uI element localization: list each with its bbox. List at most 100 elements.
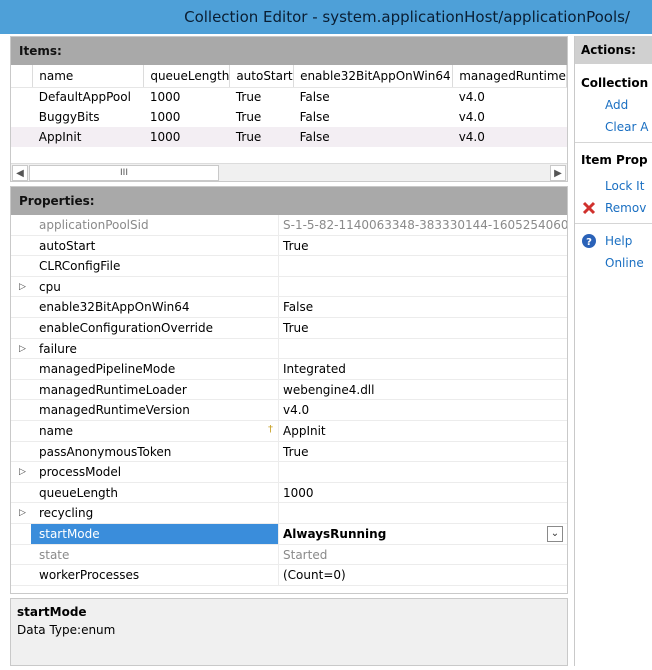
cell-managedRuntime: v4.0 xyxy=(458,110,485,124)
property-value[interactable]: (Count=0) xyxy=(279,565,567,585)
property-name[interactable]: queueLength xyxy=(31,482,279,503)
table-row[interactable]: BuggyBits 1000 True False v4.0 xyxy=(11,107,567,127)
divider xyxy=(575,142,652,143)
property-row-queueLength[interactable]: queueLength 1000 xyxy=(11,482,567,504)
remove-action[interactable]: Remov xyxy=(575,197,652,219)
property-value[interactable] xyxy=(279,277,567,297)
property-name[interactable]: cpu xyxy=(31,276,279,297)
property-name[interactable]: state xyxy=(31,544,279,565)
column-header-managedRuntime[interactable]: managedRuntime xyxy=(452,65,567,88)
property-value: S-1-5-82-1140063348-383330144-1605254060… xyxy=(283,218,567,232)
property-value[interactable] xyxy=(279,462,567,482)
property-name[interactable]: processModel xyxy=(31,462,279,482)
property-value[interactable] xyxy=(279,503,567,523)
property-row-failure[interactable]: ▷ failure xyxy=(11,338,567,360)
divider xyxy=(575,223,652,224)
property-row-name[interactable]: name † AppInit xyxy=(11,420,567,442)
expand-triangle-icon[interactable]: ▷ xyxy=(19,277,31,297)
property-name[interactable]: applicationPoolSid xyxy=(31,215,279,235)
table-row[interactable]: DefaultAppPool 1000 True False v4.0 xyxy=(11,87,567,107)
cell-autoStart: True xyxy=(229,127,294,147)
properties-header: Properties: xyxy=(11,187,567,215)
property-row-startMode[interactable]: startMode AlwaysRunning ⌄ xyxy=(11,523,567,545)
horizontal-scrollbar[interactable]: ◀ III ▶ xyxy=(11,163,567,181)
property-name[interactable]: CLRConfigFile xyxy=(31,256,279,276)
property-value[interactable]: 1000 xyxy=(279,483,567,503)
add-action[interactable]: Add xyxy=(575,94,652,116)
property-row-applicationPoolSid[interactable]: applicationPoolSid S-1-5-82-1140063348-38… xyxy=(11,215,567,236)
cell-name: DefaultAppPool xyxy=(38,90,131,105)
property-name[interactable]: autoStart xyxy=(31,235,279,256)
cell-managedRuntime: v4.0 xyxy=(452,127,567,147)
property-row-workerProcesses[interactable]: workerProcesses (Count=0) xyxy=(11,565,567,586)
description-panel: startMode Data Type:enum xyxy=(10,598,568,666)
column-header-autoStart[interactable]: autoStart xyxy=(229,65,295,88)
expand-triangle-icon[interactable]: ▷ xyxy=(19,339,31,359)
property-value[interactable]: True xyxy=(279,442,567,462)
clear-label[interactable]: Clear A xyxy=(605,120,648,134)
property-name[interactable]: name xyxy=(31,420,279,441)
property-row-enableConfigurationOverride[interactable]: enableConfigurationOverride True xyxy=(11,317,567,339)
property-name[interactable]: managedRuntimeLoader xyxy=(31,379,279,400)
cell-queueLength: 1000 xyxy=(143,127,230,147)
property-row-state[interactable]: state Started xyxy=(11,544,567,566)
main-pane: Items: name queueLength autoStart enable… xyxy=(10,36,568,666)
property-name[interactable]: recycling xyxy=(31,503,279,523)
lock-label[interactable]: Lock It xyxy=(605,179,644,193)
items-panel: Items: name queueLength autoStart enable… xyxy=(10,36,568,182)
property-row-processModel[interactable]: ▷ processModel xyxy=(11,462,567,483)
description-type: Data Type:enum xyxy=(17,623,116,637)
items-header: Items: xyxy=(11,37,567,65)
property-value[interactable]: v4.0 xyxy=(279,400,567,420)
property-value[interactable] xyxy=(279,339,567,359)
clear-all-action[interactable]: Clear A xyxy=(575,116,652,138)
property-row-enable32BitAppOnWin64[interactable]: enable32BitAppOnWin64 False xyxy=(11,297,567,318)
chevron-down-icon[interactable]: ⌄ xyxy=(547,525,563,542)
property-row-cpu[interactable]: ▷ cpu xyxy=(11,276,567,298)
property-name[interactable]: enable32BitAppOnWin64 xyxy=(31,297,279,317)
expand-triangle-icon[interactable]: ▷ xyxy=(19,503,31,523)
scroll-left-icon[interactable]: ◀ xyxy=(12,165,28,181)
online-label[interactable]: Online xyxy=(605,256,644,270)
properties-panel: Properties: applicationPoolSid S-1-5-82-1… xyxy=(10,186,568,594)
property-name[interactable]: workerProcesses xyxy=(31,565,279,585)
window-title: Collection Editor - system.applicationHo… xyxy=(184,8,630,26)
property-value[interactable]: AppInit xyxy=(279,421,567,441)
remove-label[interactable]: Remov xyxy=(605,201,646,215)
property-name[interactable]: startMode xyxy=(31,523,279,544)
property-row-managedPipelineMode[interactable]: managedPipelineMode Integrated xyxy=(11,359,567,380)
actions-header: Actions: xyxy=(575,36,652,64)
property-row-managedRuntimeVersion[interactable]: managedRuntimeVersion v4.0 xyxy=(11,400,567,421)
property-name[interactable]: managedRuntimeVersion xyxy=(31,400,279,420)
property-name[interactable]: enableConfigurationOverride xyxy=(31,317,279,338)
help-action[interactable]: ? Help xyxy=(575,230,652,252)
property-row-passAnonymousToken[interactable]: passAnonymousToken True xyxy=(11,441,567,463)
scroll-thumb[interactable]: III xyxy=(29,165,219,181)
help-label[interactable]: Help xyxy=(605,234,632,248)
online-help-action[interactable]: Online xyxy=(575,252,652,274)
property-name[interactable]: passAnonymousToken xyxy=(31,441,279,462)
column-header-name[interactable]: name xyxy=(32,65,145,88)
property-value[interactable]: webengine4.dll xyxy=(279,380,567,400)
lock-item-action[interactable]: Lock It xyxy=(575,175,652,197)
scroll-right-icon[interactable]: ▶ xyxy=(550,165,566,181)
add-label[interactable]: Add xyxy=(605,98,628,112)
cell-queueLength: 1000 xyxy=(149,110,181,124)
property-row-autoStart[interactable]: autoStart True xyxy=(11,235,567,257)
property-value[interactable]: True xyxy=(279,318,567,338)
property-row-CLRConfigFile[interactable]: CLRConfigFile xyxy=(11,256,567,277)
property-value[interactable]: False xyxy=(279,297,567,317)
property-value[interactable]: AlwaysRunning xyxy=(279,524,567,544)
property-name[interactable]: managedPipelineMode xyxy=(31,359,279,379)
property-value[interactable]: True xyxy=(279,236,567,256)
property-value[interactable]: Integrated xyxy=(279,359,567,379)
property-row-recycling[interactable]: ▷ recycling xyxy=(11,503,567,524)
column-header-queueLength[interactable]: queueLength xyxy=(143,65,231,88)
table-row-selected[interactable]: AppInit 1000 True False v4.0 xyxy=(11,127,567,147)
property-value: Started xyxy=(283,547,328,562)
property-value[interactable] xyxy=(279,256,567,276)
column-header-enable32BitAppOnWin64[interactable]: enable32BitAppOnWin64 xyxy=(293,65,454,88)
property-name[interactable]: failure xyxy=(31,338,279,359)
expand-triangle-icon[interactable]: ▷ xyxy=(19,462,31,482)
property-row-managedRuntimeLoader[interactable]: managedRuntimeLoader webengine4.dll xyxy=(11,379,567,401)
